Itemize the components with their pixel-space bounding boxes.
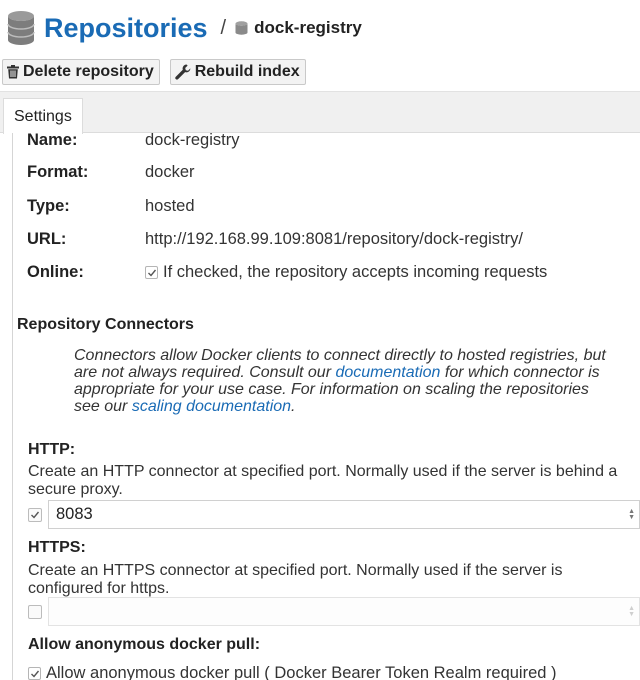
repository-name-breadcrumb: dock-registry	[254, 18, 362, 37]
tab-settings[interactable]: Settings	[3, 98, 83, 134]
field-label: URL:	[27, 230, 67, 248]
field-label: Online:	[27, 263, 84, 281]
http-description: Create an HTTP connector at specified po…	[28, 463, 618, 498]
http-heading: HTTP:	[28, 441, 76, 458]
field-label: Format:	[27, 163, 89, 181]
help-text-part: .	[291, 398, 296, 415]
toolbar: Delete repository Rebuild index	[2, 59, 306, 85]
repository-connectors-heading: Repository Connectors	[17, 316, 194, 333]
field-online: Online: If checked, the repository accep…	[27, 263, 547, 282]
tab-strip: Settings	[0, 91, 640, 134]
trash-icon	[7, 65, 19, 79]
field-value: hosted	[145, 197, 195, 215]
page-title[interactable]: Repositories	[44, 13, 208, 44]
anonymous-pull-heading: Allow anonymous docker pull:	[28, 636, 261, 653]
repository-icon	[235, 21, 248, 35]
spinner-arrows[interactable]: ▲ ▼	[628, 605, 635, 618]
spinner-down-icon[interactable]: ▼	[628, 514, 635, 521]
field-value: dock-registry	[145, 133, 240, 149]
field-value: If checked, the repository accepts incom…	[145, 263, 547, 282]
anonymous-pull-label: Allow anonymous docker pull ( Docker Bea…	[46, 664, 557, 680]
field-type: Type: hosted	[27, 197, 195, 216]
https-heading: HTTPS:	[28, 539, 86, 556]
online-checkbox-label: If checked, the repository accepts incom…	[163, 263, 548, 281]
field-url: URL: http://192.168.99.109:8081/reposito…	[27, 230, 523, 249]
https-port-input[interactable]: ▲ ▼	[48, 597, 640, 626]
database-icon	[7, 11, 35, 45]
documentation-link[interactable]: documentation	[335, 364, 440, 381]
anonymous-pull-row: Allow anonymous docker pull ( Docker Bea…	[28, 664, 557, 680]
wrench-icon	[175, 64, 191, 80]
rebuild-index-label: Rebuild index	[194, 63, 300, 80]
page-header: Repositories / dock-registry	[6, 8, 362, 48]
https-enable-checkbox[interactable]	[28, 604, 42, 619]
breadcrumb-separator: /	[220, 16, 227, 39]
http-port-input[interactable]: 8083 ▲ ▼	[48, 500, 640, 529]
field-value: docker	[145, 163, 195, 181]
settings-panel: Name: dock-registry Format: docker Type:…	[12, 133, 640, 680]
spinner-down-icon[interactable]: ▼	[628, 611, 635, 618]
field-value: http://192.168.99.109:8081/repository/do…	[145, 230, 523, 248]
checkmark-icon	[147, 269, 156, 277]
spinner-arrows[interactable]: ▲ ▼	[628, 508, 635, 521]
rebuild-index-button[interactable]: Rebuild index	[169, 59, 306, 85]
delete-repository-button[interactable]: Delete repository	[2, 59, 160, 85]
https-description: Create an HTTPS connector at specified p…	[28, 562, 563, 597]
anonymous-pull-value: Allow anonymous docker pull ( Docker Bea…	[28, 664, 557, 680]
field-label: Name:	[27, 133, 78, 149]
field-format: Format: docker	[27, 163, 195, 182]
anonymous-pull-checkbox[interactable]	[28, 667, 41, 680]
scaling-documentation-link[interactable]: scaling documentation	[132, 398, 291, 415]
http-enable-checkbox[interactable]	[28, 507, 42, 522]
field-name: Name: dock-registry	[27, 133, 239, 150]
https-port-row: ▲ ▼	[28, 597, 640, 626]
http-port-value: 8083	[56, 505, 93, 523]
online-checkbox[interactable]	[145, 266, 158, 279]
connectors-help-text: Connectors allow Docker clients to conne…	[74, 347, 614, 415]
delete-repository-label: Delete repository	[23, 63, 154, 80]
http-port-row: 8083 ▲ ▼	[28, 500, 640, 529]
field-label: Type:	[27, 197, 70, 215]
checkmark-icon	[30, 670, 39, 678]
checkmark-icon	[31, 511, 40, 519]
